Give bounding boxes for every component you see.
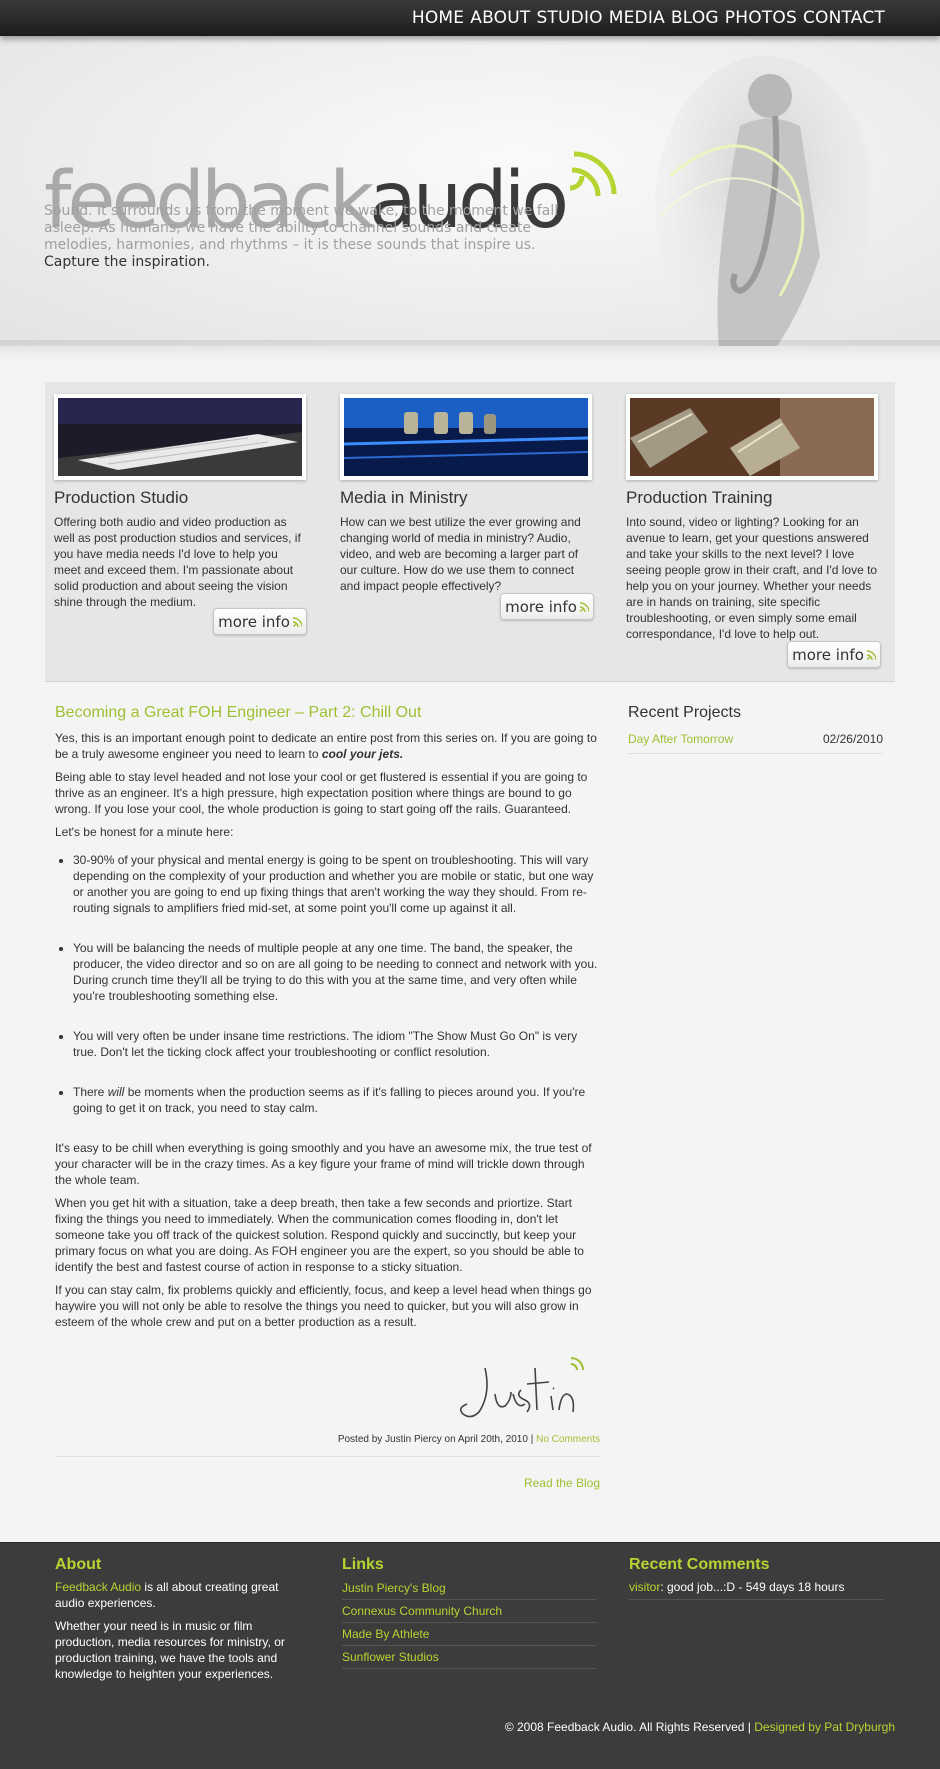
- project-row: Day After Tomorrow 02/26/2010: [628, 732, 883, 754]
- list-item: You will very often be under insane time…: [73, 1028, 600, 1060]
- comment-row: visitor: good job...:D - 549 days 18 hou…: [629, 1579, 884, 1600]
- services-panel: Production Studio Offering both audio an…: [45, 382, 895, 682]
- designer-link[interactable]: Designed by Pat Dryburgh: [754, 1720, 895, 1734]
- footer-link-made-by-athlete[interactable]: Made By Athlete: [342, 1625, 597, 1646]
- hero-tagline: Sound. It surrounds us from the moment w…: [44, 203, 559, 253]
- mixer-knobs-image[interactable]: [340, 394, 592, 480]
- more-info-button-studio[interactable]: more info: [213, 608, 307, 635]
- comment-text[interactable]: : good job...:D - 549 days 18 hours: [660, 1580, 844, 1594]
- footer-link-sunflower[interactable]: Sunflower Studios: [342, 1648, 597, 1669]
- footer-link-justin-blog[interactable]: Justin Piercy's Blog: [342, 1579, 597, 1600]
- nav-home-link[interactable]: HOME: [412, 8, 464, 28]
- top-nav-bar: HOME ABOUT STUDIO MEDIA BLOG PHOTOS CONT…: [0, 0, 940, 36]
- feature-description: Into sound, video or lighting? Looking f…: [626, 515, 878, 641]
- divider: [55, 1456, 600, 1457]
- nav-about-link[interactable]: ABOUT: [470, 8, 530, 28]
- post-paragraph: When you get hit with a situation, take …: [55, 1196, 584, 1274]
- post-title[interactable]: Becoming a Great FOH Engineer – Part 2: …: [55, 704, 600, 722]
- nav-media-link[interactable]: MEDIA: [609, 8, 665, 28]
- more-info-button-ministry[interactable]: more info: [500, 593, 594, 620]
- feature-production-training: Production Training Into sound, video or…: [626, 394, 878, 642]
- feature-description: How can we best utilize the ever growing…: [340, 515, 581, 593]
- project-date: 02/26/2010: [822, 732, 883, 746]
- nav-contact-link[interactable]: CONTACT: [803, 8, 885, 28]
- hero-slogan: Capture the inspiration.: [44, 254, 210, 270]
- nav-blog-link[interactable]: BLOG: [671, 8, 719, 28]
- footer-about-text: Whether your need is in music or film pr…: [55, 1619, 285, 1681]
- footer-recent-comments: Recent Comments visitor: good job...:D -…: [629, 1557, 884, 1600]
- footer-about-heading: About: [55, 1556, 102, 1573]
- hero-divider-shadow: [0, 340, 940, 362]
- nav-studio-link[interactable]: STUDIO: [536, 8, 602, 28]
- footer-links-heading: Links: [342, 1556, 384, 1573]
- feature-title: Production Training: [626, 488, 773, 507]
- post-emphasis: will: [107, 1085, 125, 1099]
- author-signature: [455, 1354, 585, 1427]
- copyright-line: © 2008 Feedback Audio. All Rights Reserv…: [505, 1720, 895, 1734]
- post-text: be moments when the production seems as …: [73, 1085, 586, 1115]
- feature-title: Media in Ministry: [340, 488, 468, 507]
- sound-waves-icon: [579, 601, 589, 612]
- post-paragraph: Let's be honest for a minute here:: [55, 825, 234, 839]
- feature-description: Offering both audio and video production…: [54, 515, 301, 609]
- sound-waves-icon: [569, 151, 617, 197]
- comments-link[interactable]: No Comments: [536, 1434, 600, 1445]
- footer-link-connexus[interactable]: Connexus Community Church: [342, 1602, 597, 1623]
- list-item: There will be moments when the productio…: [73, 1084, 600, 1116]
- sound-waves-icon: [866, 649, 876, 660]
- recent-projects-heading: Recent Projects: [628, 704, 741, 721]
- more-info-button-training[interactable]: more info: [787, 641, 881, 668]
- post-paragraph: Being able to stay level headed and not …: [55, 770, 588, 816]
- post-paragraph: If you can stay calm, fix problems quick…: [55, 1283, 592, 1329]
- copyright-text: © 2008 Feedback Audio. All Rights Reserv…: [504, 1720, 755, 1734]
- post-meta: Posted by Justin Piercy on April 20th, 2…: [338, 1434, 600, 1445]
- sound-waves-icon: [292, 616, 302, 627]
- list-item: You will be balancing the needs of multi…: [73, 940, 600, 1004]
- post-paragraph: It's easy to be chill when everything is…: [55, 1141, 592, 1187]
- footer-links: Links Justin Piercy's Blog Connexus Comm…: [342, 1557, 597, 1671]
- footer-about-text: Feedback Audio is all about creating gre…: [55, 1579, 310, 1611]
- saxophone-player-image: [655, 56, 870, 346]
- post-emphasis: cool your jets.: [321, 747, 404, 761]
- main-nav: HOME ABOUT STUDIO MEDIA BLOG PHOTOS CONT…: [412, 8, 885, 28]
- microphones-image[interactable]: [626, 394, 878, 480]
- post-bullet-list: 30-90% of your physical and mental energ…: [55, 852, 600, 1116]
- footer-brand-link[interactable]: Feedback Audio: [55, 1580, 141, 1594]
- post-text: There: [73, 1085, 108, 1099]
- post-byline: Posted by Justin Piercy on April 20th, 2…: [337, 1434, 537, 1445]
- post-paragraph: Yes, this is an important enough point t…: [55, 730, 600, 762]
- blog-post: Becoming a Great FOH Engineer – Part 2: …: [55, 704, 600, 1490]
- footer-comments-heading: Recent Comments: [629, 1556, 770, 1573]
- site-footer: About Feedback Audio is all about creati…: [0, 1542, 940, 1769]
- feature-media-ministry: Media in Ministry How can we best utiliz…: [340, 394, 592, 594]
- more-info-label: more info: [218, 612, 290, 631]
- footer-about: About Feedback Audio is all about creati…: [55, 1557, 310, 1689]
- project-link[interactable]: Day After Tomorrow: [628, 732, 733, 746]
- more-info-label: more info: [792, 645, 864, 664]
- studio-console-image[interactable]: [54, 394, 306, 480]
- sidebar: Recent Projects Day After Tomorrow 02/26…: [628, 704, 883, 754]
- nav-photos-link[interactable]: PHOTOS: [725, 8, 797, 28]
- hero-banner: feedbackaudio Sound. It surrounds us fro…: [0, 36, 940, 346]
- feature-title: Production Studio: [54, 488, 189, 507]
- list-item: 30-90% of your physical and mental energ…: [73, 852, 600, 916]
- read-the-blog-link[interactable]: Read the Blog: [524, 1476, 600, 1490]
- more-info-label: more info: [505, 597, 577, 616]
- comment-author-link[interactable]: visitor: [629, 1580, 660, 1594]
- feature-production-studio: Production Studio Offering both audio an…: [54, 394, 306, 610]
